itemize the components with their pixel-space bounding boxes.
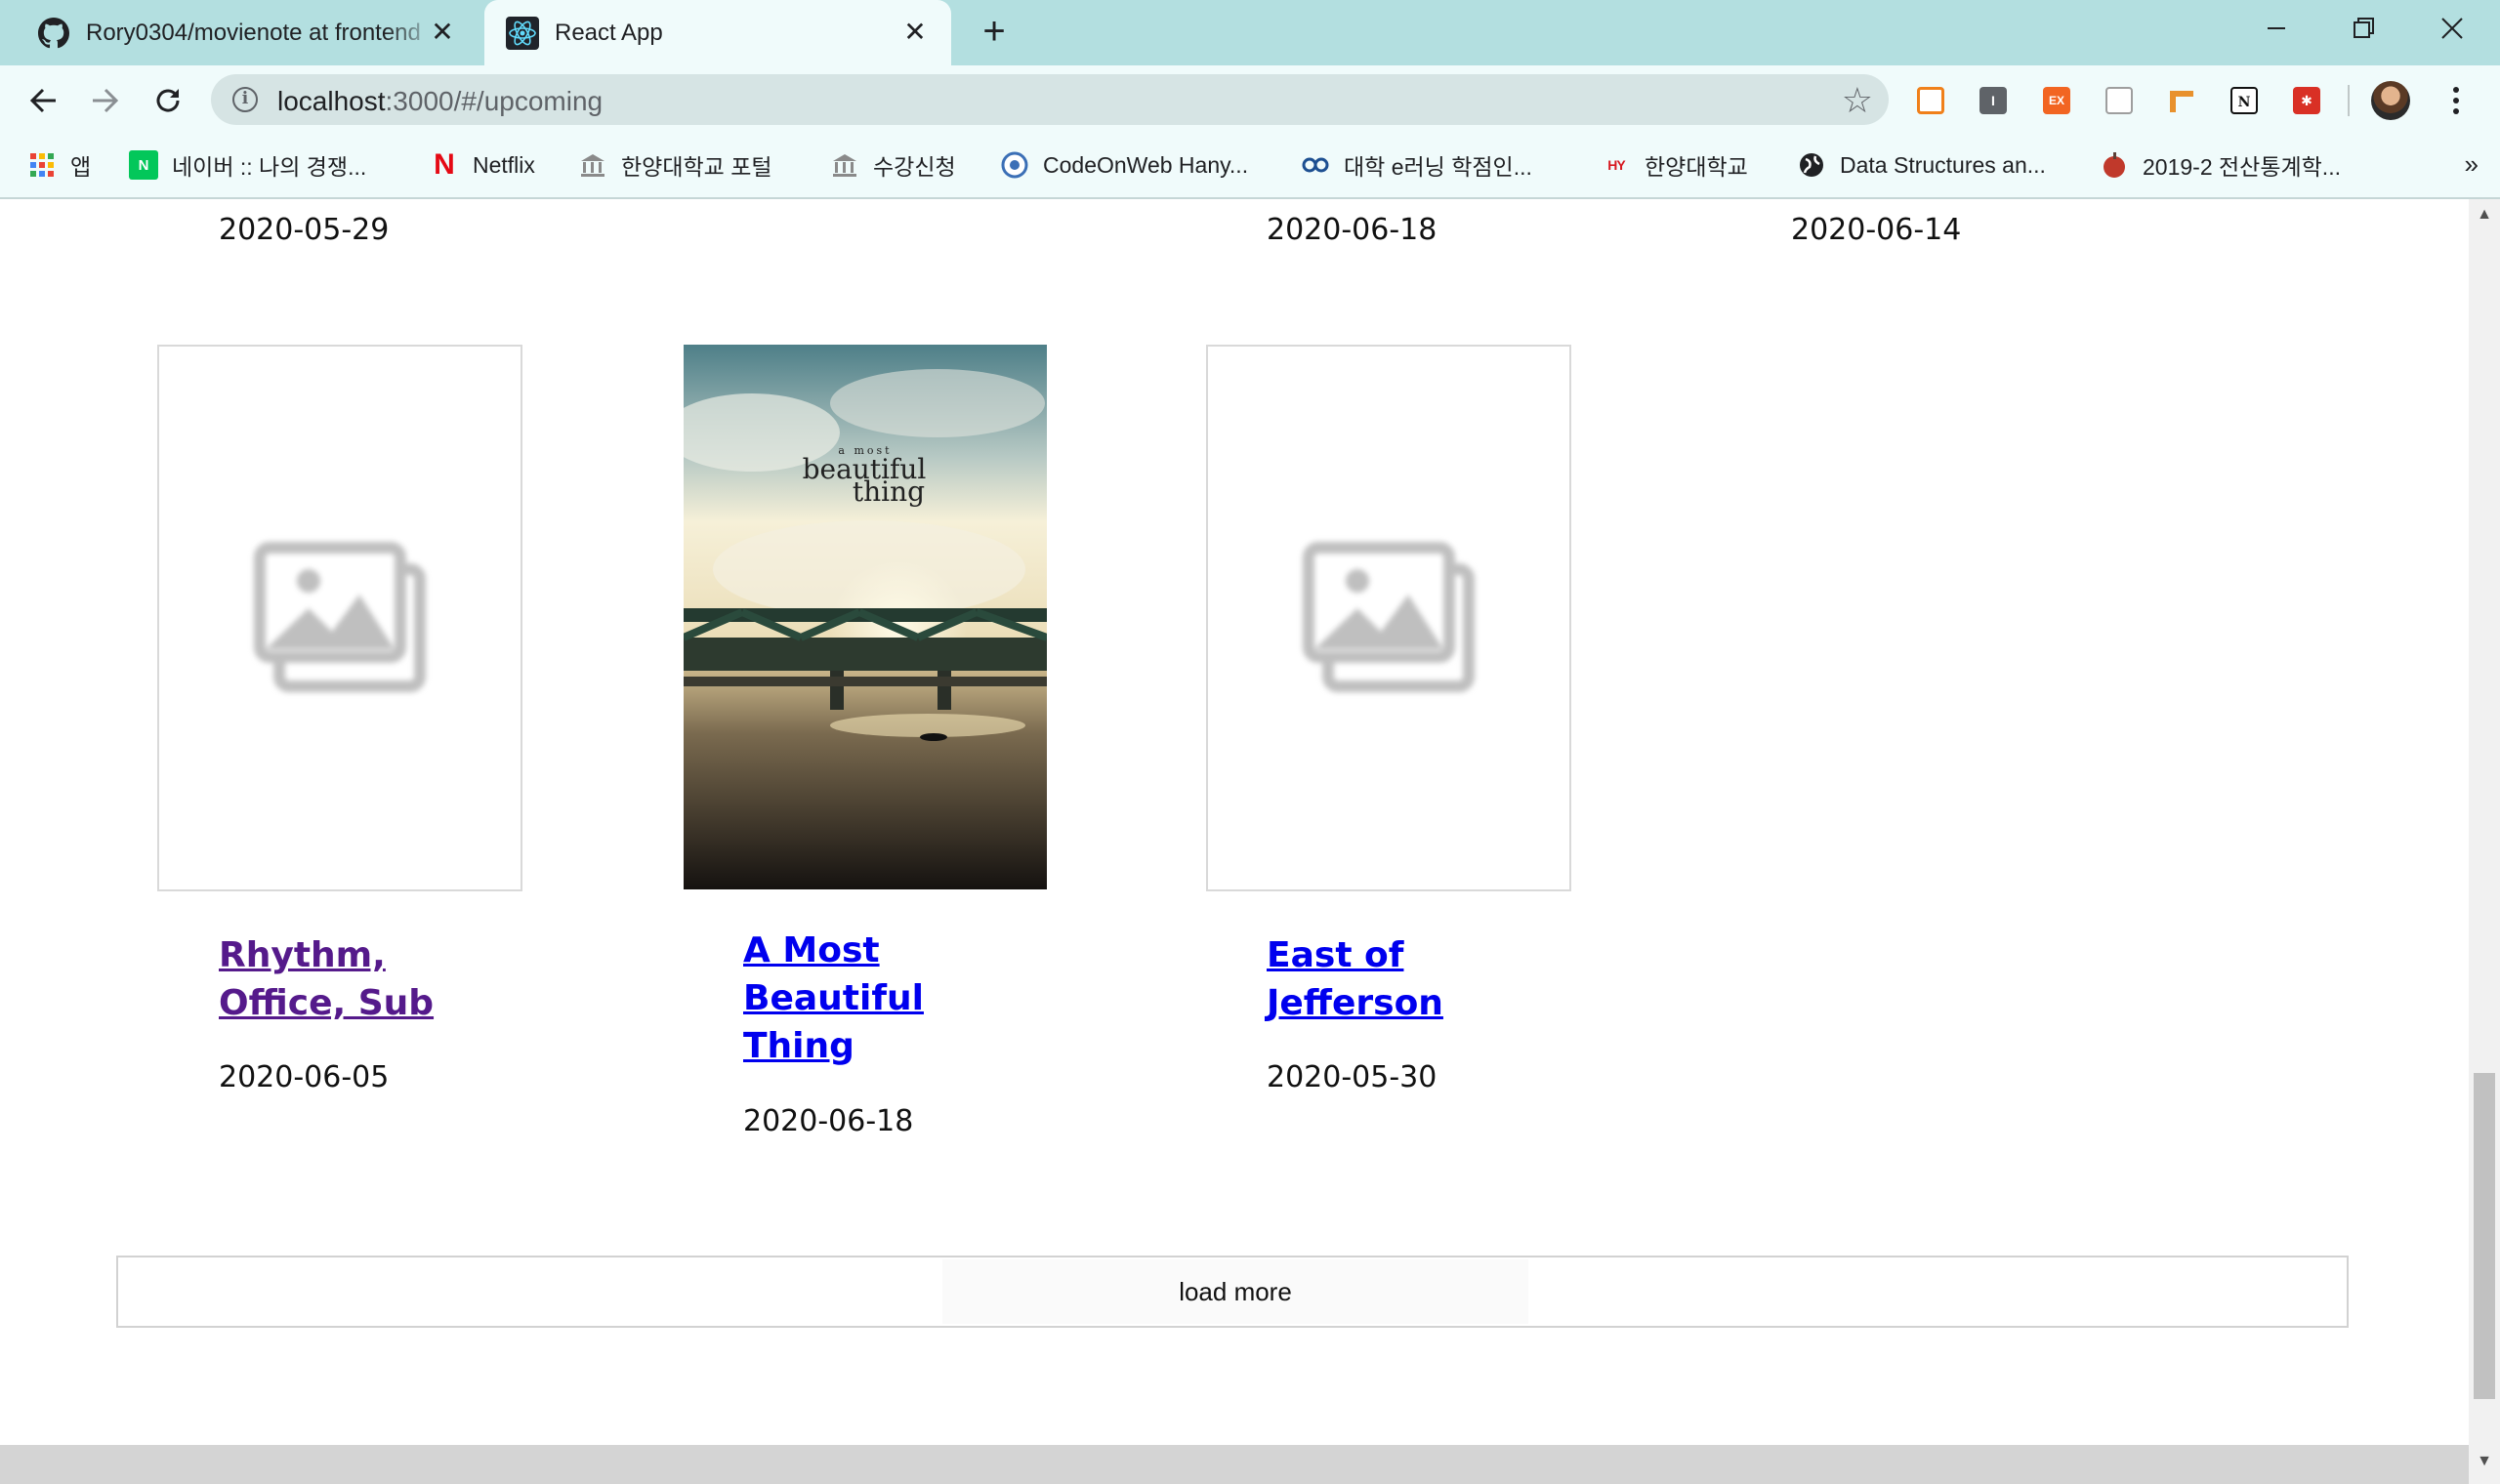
ex-extension-icon[interactable]: EX [2043,87,2070,114]
bookmark-label: 수강신청 [873,154,956,180]
movie-date: 2020-05-29 [219,213,390,247]
tab-title: React App [555,19,663,46]
window-close-button[interactable] [2408,0,2496,57]
minimize-button[interactable] [2232,0,2320,57]
netflix-icon: N [434,148,455,181]
forward-arrow-icon [93,88,119,113]
menu-button[interactable] [2441,83,2471,118]
bookmark-registration[interactable]: 수강신청 [830,147,956,183]
restore-button[interactable] [2320,0,2408,57]
bookmark-statistics[interactable]: 2019-2 전산통계학... [2100,147,2341,183]
site-info-icon[interactable]: i [232,87,258,112]
i-extension-icon[interactable]: I [1979,87,2007,114]
puzzle-extension-icon[interactable]: ✱ [2293,87,2320,114]
movie-poster-placeholder[interactable] [157,345,522,891]
apps-grid-icon [27,150,57,180]
browser-toolbar: i localhost:3000/#/upcoming ☆ I EX N ✱ [0,65,2500,134]
tab-title: Rory0304/movienote at frontend [86,19,421,46]
movie-date: 2020-06-14 [1791,213,1962,247]
movie-title-link[interactable]: East of Jefferson [1267,931,1443,1027]
hyu-icon: HY [1607,157,1625,173]
image-placeholder-icon [1303,542,1475,692]
bookmark-label: 한양대학교 [1645,154,1748,180]
ruler-extension-icon[interactable] [2168,87,2195,114]
bookmark-hanyang[interactable]: HY 한양대학교 [1602,147,1748,183]
github-icon [37,17,70,50]
naver-icon: N [129,150,158,180]
kebab-menu-icon [2453,87,2459,114]
reload-icon [156,89,180,112]
back-button[interactable] [23,81,62,120]
movie-date: 2020-06-05 [219,1060,390,1094]
globe-icon [1797,150,1826,180]
react-icon [506,16,539,50]
bookmark-label: 네이버 :: 나의 경쟁... [172,154,367,180]
bookmark-label: 2019-2 전산통계학... [2143,154,2341,180]
back-arrow-icon [29,88,56,113]
bookmark-apps[interactable]: 앱 [27,147,91,183]
movie-poster-placeholder[interactable] [1206,345,1571,891]
load-more-button[interactable]: load more [116,1256,2349,1328]
svg-text:thing: thing [853,475,925,508]
page-content: 2020-05-29 2020-06-18 2020-06-14 Rhythm,… [0,199,2469,1445]
poster-photo: a most beautiful thing [684,345,1047,889]
tab-github[interactable]: Rory0304/movienote at frontend ✕ [0,0,479,65]
new-tab-button[interactable]: + [975,12,1014,51]
scroll-up-arrow-icon[interactable]: ▲ [2475,205,2494,225]
reload-button[interactable] [148,81,188,120]
restore-icon [2354,18,2374,38]
minimize-icon [2268,27,2285,29]
bookmark-label: Data Structures an... [1840,151,2046,178]
horizontal-scrollbar-track [0,1445,2469,1484]
movie-title-link[interactable]: A Most Beautiful Thing [743,927,924,1070]
forward-button[interactable] [86,81,125,120]
tab-close-icon[interactable]: ✕ [428,18,457,47]
movie-title-link[interactable]: Rhythm, Office, Sub [219,931,434,1027]
bookmark-data-structures[interactable]: Data Structures an... [1797,147,2046,183]
notion-extension-icon[interactable]: N [2230,87,2258,114]
movie-date: 2020-06-18 [743,1104,914,1138]
tab-strip: Rory0304/movienote at frontend ✕ React A… [0,0,2500,65]
apple-icon [2100,150,2129,180]
layout-extension-icon[interactable] [1917,87,1944,114]
bookmark-hanyang-portal[interactable]: 한양대학교 포털 [578,147,772,183]
close-icon [2441,18,2463,39]
bookmark-star-icon[interactable]: ☆ [1842,80,1873,121]
address-bar[interactable]: i localhost:3000/#/upcoming ☆ [211,74,1889,125]
image-placeholder-icon [254,542,426,692]
bookmarks-overflow-button[interactable]: » [2465,149,2479,180]
tab-react-app[interactable]: React App ✕ [484,0,951,65]
tab-close-icon[interactable]: ✕ [900,18,930,47]
bookmark-label: 한양대학교 포털 [621,154,772,180]
window-extension-icon[interactable] [2105,87,2133,114]
scrollbar-thumb[interactable] [2474,1073,2495,1399]
vertical-scrollbar[interactable]: ▲ ▼ [2469,199,2500,1484]
bookmark-label: Netflix [473,151,535,178]
elearning-icon [1301,150,1330,180]
bookmarks-bar: 앱 N 네이버 :: 나의 경쟁... N Netflix 한양대학교 포털 수… [0,134,2500,199]
movie-poster-image[interactable]: a most beautiful thing [684,345,1047,889]
bookmark-label: 대학 e러닝 학점인... [1344,154,1532,180]
load-more-label: load more [942,1259,1528,1324]
scroll-down-arrow-icon[interactable]: ▼ [2475,1452,2494,1471]
bookmark-naver[interactable]: N 네이버 :: 나의 경쟁... [129,147,366,183]
bookmark-codeonweb[interactable]: CodeOnWeb Hany... [1000,147,1248,183]
toolbar-divider [2348,85,2350,116]
bookmark-elearning[interactable]: 대학 e러닝 학점인... [1301,147,1532,183]
profile-avatar[interactable] [2371,81,2410,120]
building-icon [578,150,607,180]
movie-date: 2020-05-30 [1267,1060,1438,1094]
bookmark-netflix[interactable]: N Netflix [430,147,535,183]
bookmark-label: 앱 [70,154,92,180]
bookmark-label: CodeOnWeb Hany... [1043,151,1249,178]
codeonweb-icon [1000,150,1029,180]
movie-date: 2020-06-18 [1267,213,1438,247]
url-text: localhost:3000/#/upcoming [277,86,604,116]
building-icon [830,150,859,180]
